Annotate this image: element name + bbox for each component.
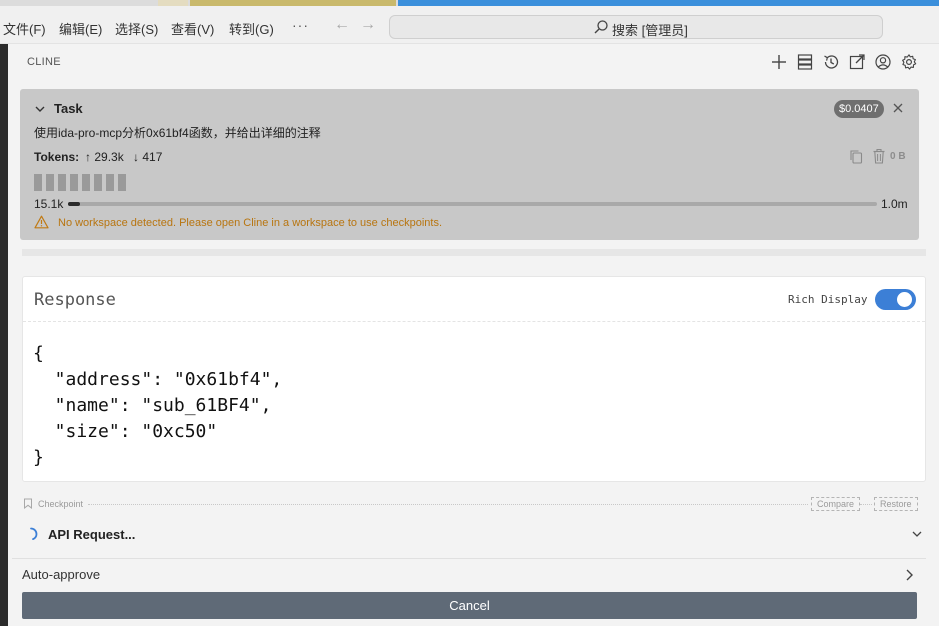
app-window: 文件(F) 编辑(E) 选择(S) 查看(V) 转到(G) ··· ← → 搜索… [0, 0, 939, 626]
copy-icon[interactable] [849, 149, 863, 164]
back-arrow-icon[interactable]: ← [334, 16, 350, 34]
search-icon [594, 20, 608, 34]
task-size: 0 B [890, 151, 906, 162]
response-json: { "address": "0x61bf4", "name": "sub_61B… [33, 343, 283, 468]
tokens-in: ↑ 29.3k [85, 150, 124, 164]
search-placeholder: 搜索 [管理员] [612, 23, 688, 38]
arrow-up-icon: ↑ [85, 150, 91, 164]
toggle-knob [897, 292, 912, 307]
response-title: Response [34, 290, 116, 310]
checkpoint-line [860, 504, 872, 505]
context-total: 1.0m [881, 197, 908, 211]
task-cost-badge: $0.0407 [834, 100, 884, 118]
checkpoint-warning: No workspace detected. Please open Cline… [58, 217, 442, 229]
warning-icon [34, 215, 49, 229]
task-title[interactable]: Task [54, 101, 83, 116]
tokens-out-value: 417 [142, 150, 163, 164]
context-block [34, 174, 42, 191]
response-separator [23, 321, 925, 322]
server-icon[interactable] [796, 53, 814, 71]
context-progress-fill [68, 202, 81, 206]
chevron-right-icon[interactable] [903, 568, 915, 582]
menu-bar: 文件(F) 编辑(E) 选择(S) 查看(V) 转到(G) ··· ← → 搜索… [0, 6, 939, 44]
tokens-label: Tokens: [34, 150, 80, 164]
bookmark-icon [24, 498, 32, 509]
context-block [94, 174, 102, 191]
spinner-icon [30, 527, 38, 540]
menu-more-button[interactable]: ··· [292, 17, 309, 33]
menu-go[interactable]: 转到(G) [229, 19, 274, 38]
context-block [82, 174, 90, 191]
context-block [46, 174, 54, 191]
menu-selection[interactable]: 选择(S) [115, 19, 158, 38]
cancel-button[interactable]: Cancel [22, 592, 917, 619]
task-description: 使用ida-pro-mcp分析0x61bf4函数，并给出详细的注释 [34, 126, 321, 140]
panel-title: CLINE [27, 56, 61, 68]
context-blocks [34, 174, 130, 191]
checkpoint-line [88, 504, 808, 505]
context-block [58, 174, 66, 191]
context-block [106, 174, 114, 191]
command-search-box[interactable]: 搜索 [管理员] [389, 15, 883, 39]
rich-display-label: Rich Display [788, 293, 868, 306]
context-progress-bar [68, 202, 877, 206]
task-card: Task $0.0407 使用ida-pro-mcp分析0x61bf4函数，并给… [20, 89, 919, 240]
context-block [70, 174, 78, 191]
context-used: 15.1k [34, 197, 64, 211]
chevron-down-icon[interactable] [911, 528, 923, 540]
tokens-out: ↓ 417 [133, 150, 162, 164]
menu-file[interactable]: 文件(F) [3, 19, 46, 38]
compare-button[interactable]: Compare [811, 497, 861, 511]
section-divider [22, 249, 926, 256]
activity-bar-edge [0, 44, 8, 626]
tokens-in-value: 29.3k [94, 150, 124, 164]
menu-view[interactable]: 查看(V) [171, 19, 214, 38]
restore-button[interactable]: Restore [874, 497, 918, 511]
rich-display-toggle[interactable] [875, 289, 916, 310]
trash-icon[interactable] [872, 148, 886, 164]
checkpoint-label: Checkpoint [38, 499, 84, 509]
auto-approve-separator [12, 558, 926, 559]
plus-icon[interactable] [770, 53, 788, 71]
forward-arrow-icon[interactable]: → [360, 16, 376, 34]
history-icon[interactable] [822, 53, 840, 71]
menu-edit[interactable]: 编辑(E) [59, 19, 102, 38]
settings-icon[interactable] [900, 53, 918, 71]
close-icon[interactable] [891, 101, 905, 115]
context-block [118, 174, 126, 191]
account-icon[interactable] [874, 53, 892, 71]
chevron-down-icon[interactable] [34, 103, 46, 115]
api-request-label[interactable]: API Request... [48, 527, 135, 542]
arrow-down-icon: ↓ [133, 150, 139, 164]
auto-approve-label[interactable]: Auto-approve [22, 567, 100, 582]
popout-icon[interactable] [848, 53, 866, 71]
response-card: Response Rich Display { "address": "0x61… [22, 276, 926, 482]
